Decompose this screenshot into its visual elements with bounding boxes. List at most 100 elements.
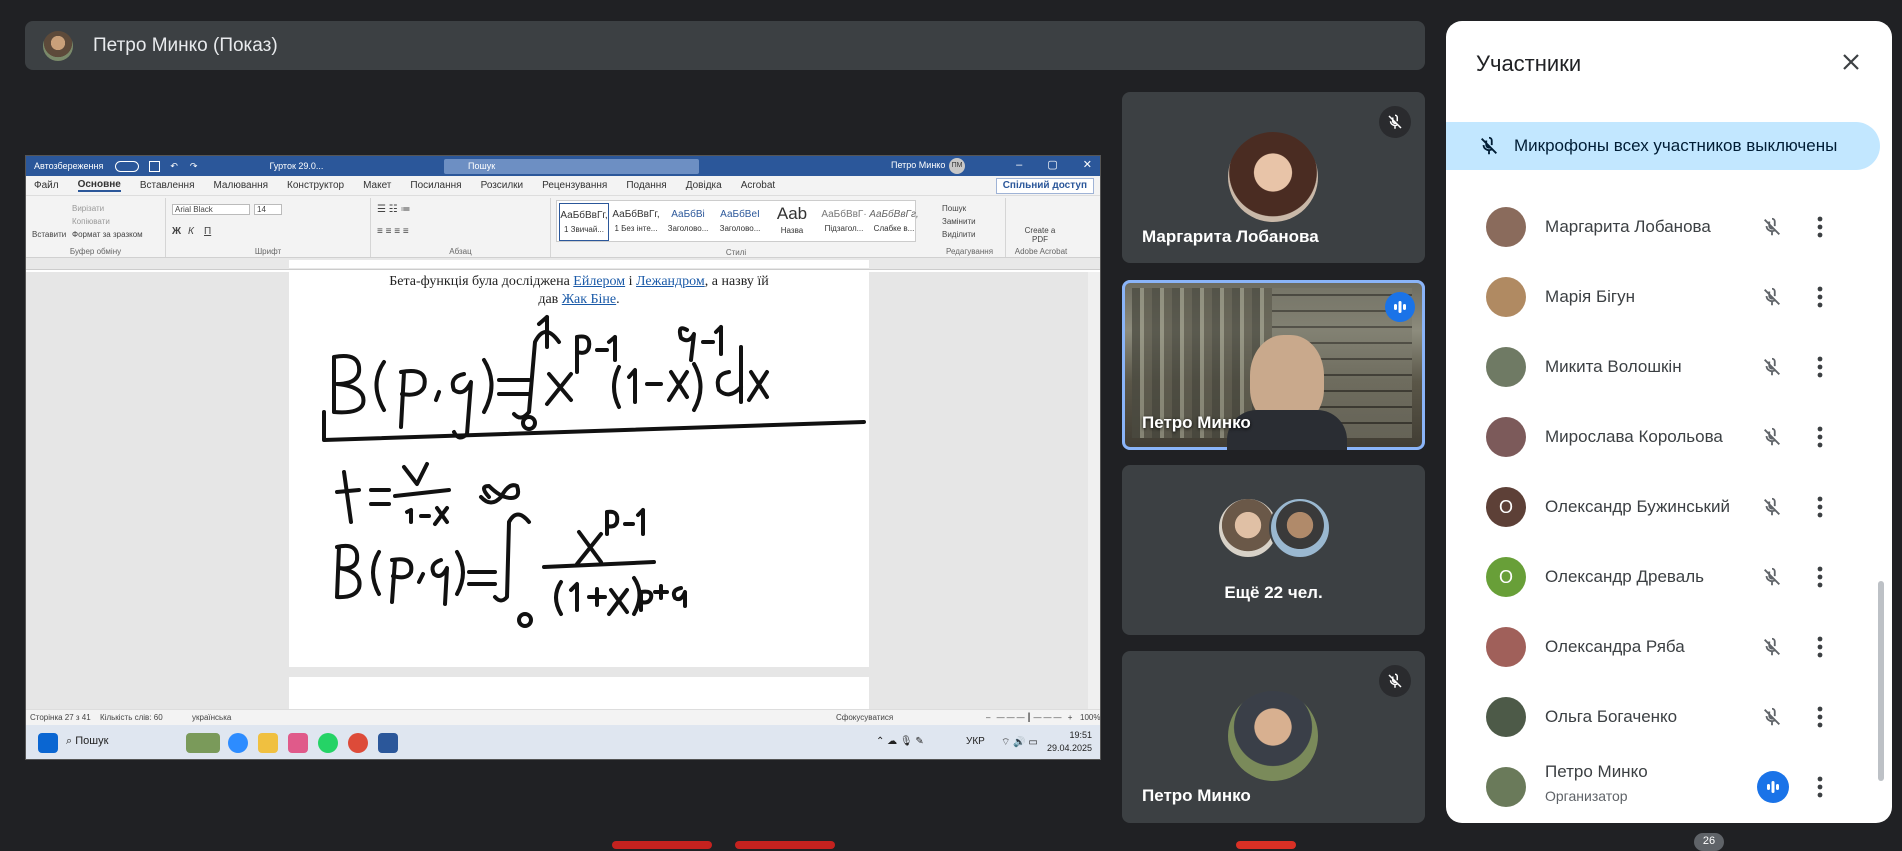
select-button[interactable]: Виділити	[942, 230, 976, 239]
close-panel-button[interactable]	[1836, 47, 1866, 77]
status-words[interactable]: Кількість слів: 60	[100, 713, 163, 722]
font-name-select[interactable]: Arial Black	[172, 204, 250, 215]
tab-help[interactable]: Довідка	[686, 180, 722, 191]
mic-off-icon[interactable]	[1757, 632, 1787, 662]
autosave-toggle[interactable]	[115, 160, 140, 172]
status-language[interactable]: українська	[192, 713, 231, 722]
more-options-icon[interactable]	[1805, 562, 1835, 592]
mic-off-icon[interactable]	[1757, 352, 1787, 382]
maximize-icon[interactable]: ▢	[1047, 159, 1057, 171]
align-icons[interactable]: ≡ ≡ ≡ ≡	[377, 226, 409, 237]
mic-off-icon[interactable]	[1757, 422, 1787, 452]
video-tile-margaryta[interactable]: Маргарита Лобанова	[1122, 92, 1425, 263]
mic-off-icon[interactable]	[1757, 212, 1787, 242]
document-page[interactable]: Бета-функція була досліджена Ейлером і Л…	[289, 272, 869, 667]
file-explorer-icon[interactable]	[258, 733, 278, 753]
toolbar-button-partial[interactable]	[735, 841, 835, 849]
focus-button[interactable]: Сфокусуватися	[836, 713, 893, 722]
mic-off-icon[interactable]	[1757, 282, 1787, 312]
toolbar-button-partial[interactable]	[612, 841, 712, 849]
cut-button[interactable]: Вирізати	[72, 204, 104, 213]
participant-row[interactable]: Петро Минко Организатор	[1446, 752, 1886, 822]
copy-button[interactable]: Копіювати	[72, 217, 110, 226]
participant-row[interactable]: Мирослава Корольова	[1446, 402, 1886, 472]
style-heading1[interactable]: АаБбВі Заголово...	[663, 203, 713, 241]
music-app-icon[interactable]	[288, 733, 308, 753]
bullets-icon[interactable]: ☰ ☷ ≔	[377, 204, 411, 215]
network-volume-icons[interactable]: ⌔ 🔊 ▭	[1001, 736, 1038, 749]
minimize-icon[interactable]: –	[1016, 159, 1022, 171]
style-normal[interactable]: АаБбВвГг, 1 Звичай...	[559, 203, 609, 241]
replace-button[interactable]: Замінити	[942, 217, 976, 226]
participant-row[interactable]: Микита Волошкін	[1446, 332, 1886, 402]
tab-layout[interactable]: Макет	[363, 180, 391, 191]
more-options-icon[interactable]	[1805, 632, 1835, 662]
mic-off-icon[interactable]	[1757, 702, 1787, 732]
font-size-select[interactable]: 14	[254, 204, 282, 215]
leave-call-button-partial[interactable]	[1236, 841, 1296, 849]
chrome-icon[interactable]	[348, 733, 368, 753]
tab-design[interactable]: Конструктор	[287, 180, 344, 191]
style-no-spacing[interactable]: АаБбВвГг, 1 Без інте...	[611, 203, 661, 241]
participant-row[interactable]: Ольга Богаченко	[1446, 682, 1886, 752]
tab-home[interactable]: Основне	[77, 179, 121, 192]
close-window-icon[interactable]: ✕	[1083, 159, 1092, 171]
whatsapp-icon[interactable]	[318, 733, 338, 753]
more-options-icon[interactable]	[1805, 422, 1835, 452]
tray-icons[interactable]: ⌃ ☁ 🎙 ✎	[876, 736, 924, 747]
zoom-slider[interactable]: – ———┃——— +	[986, 713, 1074, 722]
zoom-level[interactable]: 100%	[1080, 713, 1100, 722]
style-subtitle[interactable]: АаБбВвГ· Підзагол...	[819, 203, 869, 241]
zoom-app-icon[interactable]	[228, 733, 248, 753]
create-pdf-button[interactable]: Create a PDF	[1020, 226, 1060, 244]
more-options-icon[interactable]	[1805, 352, 1835, 382]
mic-off-icon[interactable]	[1757, 492, 1787, 522]
tab-mailings[interactable]: Розсилки	[481, 180, 524, 191]
more-options-icon[interactable]	[1805, 702, 1835, 732]
find-button[interactable]: Пошук	[942, 204, 966, 213]
participant-row[interactable]: О Олександр Древаль	[1446, 542, 1886, 612]
participant-row[interactable]: О Олександр Бужинський	[1446, 472, 1886, 542]
tab-acrobat[interactable]: Acrobat	[741, 180, 775, 191]
word-search-box[interactable]: Пошук	[444, 159, 699, 174]
speaking-indicator-icon[interactable]	[1757, 771, 1789, 803]
participant-row[interactable]: Олександра Ряба	[1446, 612, 1886, 682]
doc-title[interactable]: Гурток 29.0...	[269, 161, 323, 171]
bold-button[interactable]: Ж	[172, 226, 181, 237]
widgets-icon[interactable]	[186, 733, 220, 753]
taskbar-clock[interactable]: 19:51 29.04.2025	[1047, 729, 1092, 755]
more-options-icon[interactable]	[1805, 212, 1835, 242]
tab-draw[interactable]: Малювання	[213, 180, 268, 191]
tab-references[interactable]: Посилання	[410, 180, 461, 191]
video-tile-petro-speaking[interactable]: Петро Минко	[1122, 280, 1425, 450]
doc-scrollbar[interactable]	[1088, 272, 1100, 709]
format-painter-button[interactable]: Формат за зразком	[72, 230, 143, 239]
undo-icon[interactable]: ↶	[170, 161, 178, 172]
italic-button[interactable]: К	[188, 226, 194, 237]
tab-file[interactable]: Файл	[34, 180, 59, 191]
mic-off-icon[interactable]	[1757, 562, 1787, 592]
tab-insert[interactable]: Вставлення	[140, 180, 195, 191]
word-user-name[interactable]: Петро Минко	[891, 160, 945, 170]
panel-scrollbar[interactable]	[1878, 581, 1884, 781]
video-tile-others[interactable]: Ещё 22 чел.	[1122, 465, 1425, 635]
tab-review[interactable]: Рецензування	[542, 180, 607, 191]
style-heading2[interactable]: АаБбВеІ Заголово...	[715, 203, 765, 241]
participant-row[interactable]: Марія Бігун	[1446, 262, 1886, 332]
participant-row[interactable]: Маргарита Лобанова	[1446, 192, 1886, 262]
save-icon[interactable]	[149, 160, 161, 172]
more-options-icon[interactable]	[1805, 772, 1835, 802]
style-subtle-emphasis[interactable]: АаБбВвГг, Слабке в...	[869, 203, 919, 241]
redo-icon[interactable]: ↷	[190, 161, 198, 172]
video-tile-petro[interactable]: Петро Минко	[1122, 651, 1425, 823]
language-indicator[interactable]: УКР	[966, 736, 985, 747]
taskbar-search[interactable]: ⌕ Пошук	[66, 735, 108, 748]
underline-button[interactable]: П	[204, 226, 211, 237]
windows-start-icon[interactable]	[38, 733, 58, 753]
share-button[interactable]: Спільний доступ	[995, 178, 1094, 194]
style-title[interactable]: Aab Назва	[767, 203, 817, 241]
more-options-icon[interactable]	[1805, 492, 1835, 522]
status-page[interactable]: Сторінка 27 з 41	[30, 713, 91, 722]
word-app-icon[interactable]	[378, 733, 398, 753]
paste-button[interactable]: Вставити	[32, 230, 66, 239]
